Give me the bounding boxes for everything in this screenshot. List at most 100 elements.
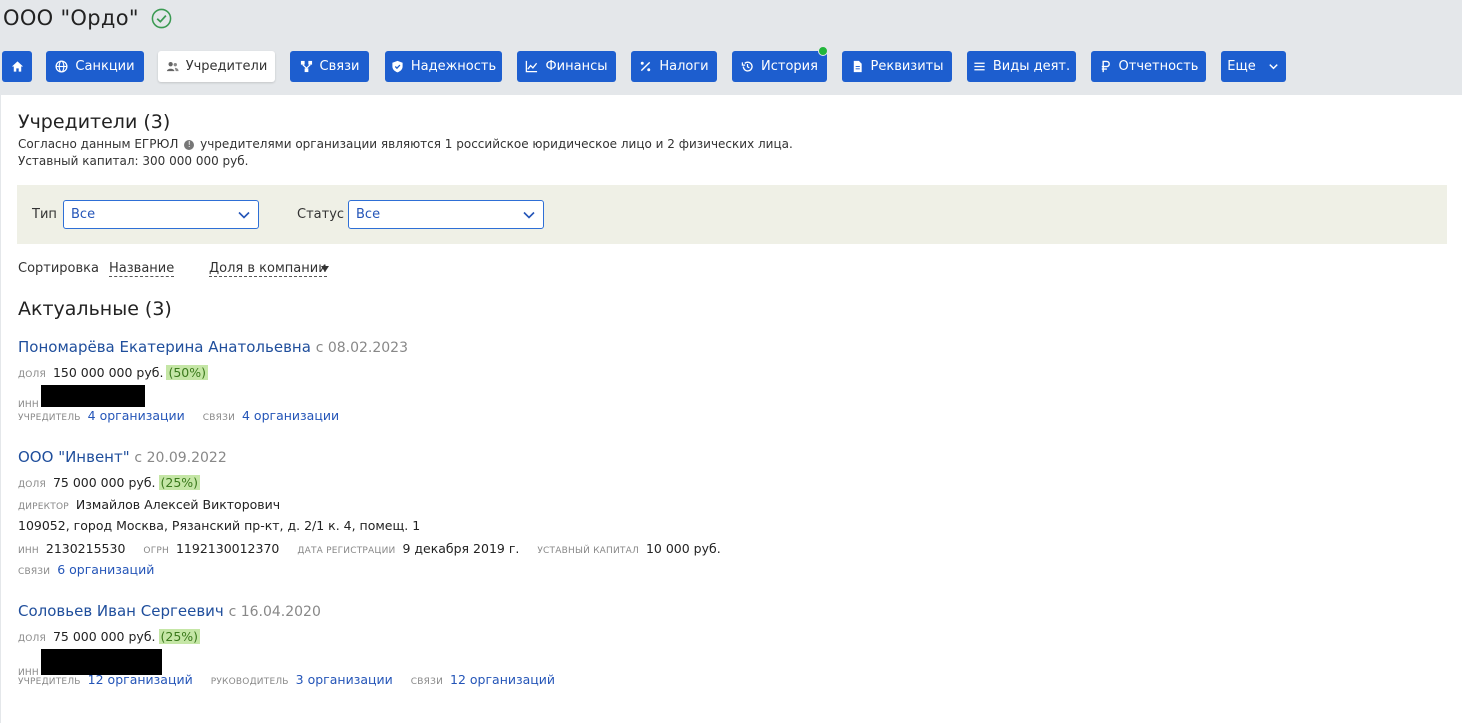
founder-inn-row: инн — [18, 385, 145, 410]
founder-director-row: директор Измайлов Алексей Викторович — [18, 497, 280, 512]
chevron-down-icon — [523, 211, 535, 219]
share-value: 75 000 000 руб. — [52, 475, 156, 490]
founder-name-link[interactable]: Пономарёва Екатерина Анатольевна — [18, 338, 311, 356]
links-label: связи — [410, 677, 443, 687]
founder-links-row: учредитель 4 организации связи 4 организ… — [18, 408, 357, 423]
network-icon — [300, 60, 312, 73]
type-filter-select[interactable]: Все — [63, 200, 259, 229]
ogrn-value: 1192130012370 — [175, 541, 280, 556]
tab-activities[interactable]: Виды деят. — [967, 51, 1076, 82]
tab-label: Связи — [319, 59, 360, 74]
director-value: Измайлов Алексей Викторович — [75, 497, 281, 512]
share-label: доля — [18, 370, 46, 380]
share-percent: (50%) — [166, 365, 208, 380]
type-filter-label: Тип — [32, 207, 57, 222]
sort-desc-icon[interactable] — [321, 266, 329, 272]
chevron-down-icon — [1268, 64, 1278, 70]
tab-founders[interactable]: Учредители — [158, 51, 275, 82]
capital-value: 10 000 руб. — [645, 541, 721, 556]
tab-links[interactable]: Связи — [290, 51, 369, 82]
status-filter-select[interactable]: Все — [348, 200, 544, 229]
ogrn-label: огрн — [143, 546, 169, 556]
verified-check-icon — [151, 8, 172, 28]
chart-icon — [526, 60, 538, 73]
tab-label: Учредители — [185, 59, 268, 74]
sort-label: Сортировка — [18, 261, 99, 276]
founder-orgs-link[interactable]: 12 организаций — [88, 672, 193, 687]
sort-by-share-link[interactable]: Доля в компании — [209, 261, 327, 277]
section-tabs: Санкции Учредители Связи Надежность Фина… — [2, 46, 1460, 82]
tab-label: Надежность — [410, 59, 497, 74]
founder-address: 109052, город Москва, Рязанский пр-кт, д… — [18, 518, 421, 533]
people-icon — [166, 62, 179, 72]
share-percent: (25%) — [158, 629, 201, 644]
home-icon — [11, 61, 23, 72]
founder-share-row: доля 75 000 000 руб. (25%) — [18, 629, 201, 644]
links-orgs-link[interactable]: 4 организации — [242, 408, 339, 423]
filter-bar: Тип Все Статус Все — [17, 185, 1447, 244]
tab-label: Финансы — [545, 59, 608, 74]
tab-label: Виды деят. — [992, 59, 1071, 74]
document-icon — [853, 60, 862, 73]
company-title: ООО "Ордо" — [3, 6, 172, 30]
status-filter-label: Статус — [297, 207, 345, 222]
tab-requisites[interactable]: Реквизиты — [842, 51, 952, 82]
founder-share-row: доля 150 000 000 руб. (50%) — [18, 365, 208, 380]
tab-label: Налоги — [659, 59, 709, 74]
tab-label: История — [761, 59, 818, 74]
globe-icon — [55, 60, 68, 73]
section-title: Учредители (3) — [18, 111, 171, 133]
shield-icon — [392, 60, 403, 73]
share-percent: (25%) — [158, 475, 201, 490]
share-value: 150 000 000 руб. — [52, 365, 164, 380]
tab-history[interactable]: История — [732, 46, 828, 82]
tab-more[interactable]: Еще — [1221, 51, 1286, 82]
capital-label: уставный капитал — [537, 546, 639, 556]
tab-sanctions[interactable]: Санкции — [46, 51, 144, 82]
tab-reliability[interactable]: Надежность — [385, 51, 502, 82]
head-label: руководитель — [210, 677, 289, 687]
info-icon[interactable]: ! — [184, 140, 195, 150]
tab-reports[interactable]: Отчетность — [1091, 51, 1206, 82]
founder-since: с 20.09.2022 — [134, 450, 227, 466]
founder-label: учредитель — [18, 413, 81, 423]
tab-finance[interactable]: Финансы — [517, 51, 616, 82]
authorized-capital: Уставный капитал: 300 000 000 руб. — [18, 154, 249, 168]
founder-share-row: доля 75 000 000 руб. (25%) — [18, 475, 201, 490]
inn-label: инн — [18, 546, 39, 556]
egrul-note: Согласно данным ЕГРЮЛ ! учредителями орг… — [18, 137, 793, 151]
founder-since: с 08.02.2023 — [315, 340, 408, 356]
tab-label: Санкции — [75, 59, 135, 74]
head-orgs-link[interactable]: 3 организации — [296, 672, 393, 687]
share-value: 75 000 000 руб. — [52, 629, 156, 644]
tab-label: Отчетность — [1118, 59, 1199, 74]
tab-taxes[interactable]: Налоги — [631, 51, 717, 82]
links-label: связи — [18, 567, 51, 577]
share-label: доля — [18, 480, 46, 490]
tab-label: Еще — [1227, 59, 1256, 74]
chevron-down-icon — [238, 211, 250, 219]
founder-name-link[interactable]: ООО "Инвент" — [18, 448, 130, 466]
founder-entry-name: ООО "Инвент" с 20.09.2022 — [18, 448, 227, 466]
founders-panel: Учредители (3) Согласно данным ЕГРЮЛ ! у… — [1, 95, 1462, 723]
group-title: Актуальные (3) — [18, 298, 172, 320]
ruble-icon — [1101, 60, 1110, 73]
tab-home[interactable] — [2, 51, 32, 82]
company-name: ООО "Ордо" — [3, 6, 139, 30]
founder-links-row: учредитель 12 организаций руководитель 3… — [18, 672, 573, 687]
sort-by-name-link[interactable]: Название — [109, 261, 175, 277]
founder-orgs-link[interactable]: 4 организации — [88, 408, 185, 423]
founder-since: с 16.04.2020 — [228, 604, 321, 620]
history-icon — [741, 61, 753, 72]
share-label: доля — [18, 634, 46, 644]
reg-date-label: дата регистрации — [297, 546, 396, 556]
egrul-note-suffix: учредителями организации являются 1 росс… — [200, 137, 793, 151]
director-label: директор — [18, 502, 69, 512]
links-orgs-link[interactable]: 12 организаций — [450, 672, 555, 687]
founder-name-link[interactable]: Соловьев Иван Сергеевич — [18, 602, 224, 620]
new-indicator-dot — [818, 46, 828, 56]
links-orgs-link[interactable]: 6 организаций — [57, 562, 154, 577]
reg-date-value: 9 декабря 2019 г. — [402, 541, 520, 556]
inn-value: 2130215530 — [45, 541, 126, 556]
list-icon — [974, 62, 985, 71]
